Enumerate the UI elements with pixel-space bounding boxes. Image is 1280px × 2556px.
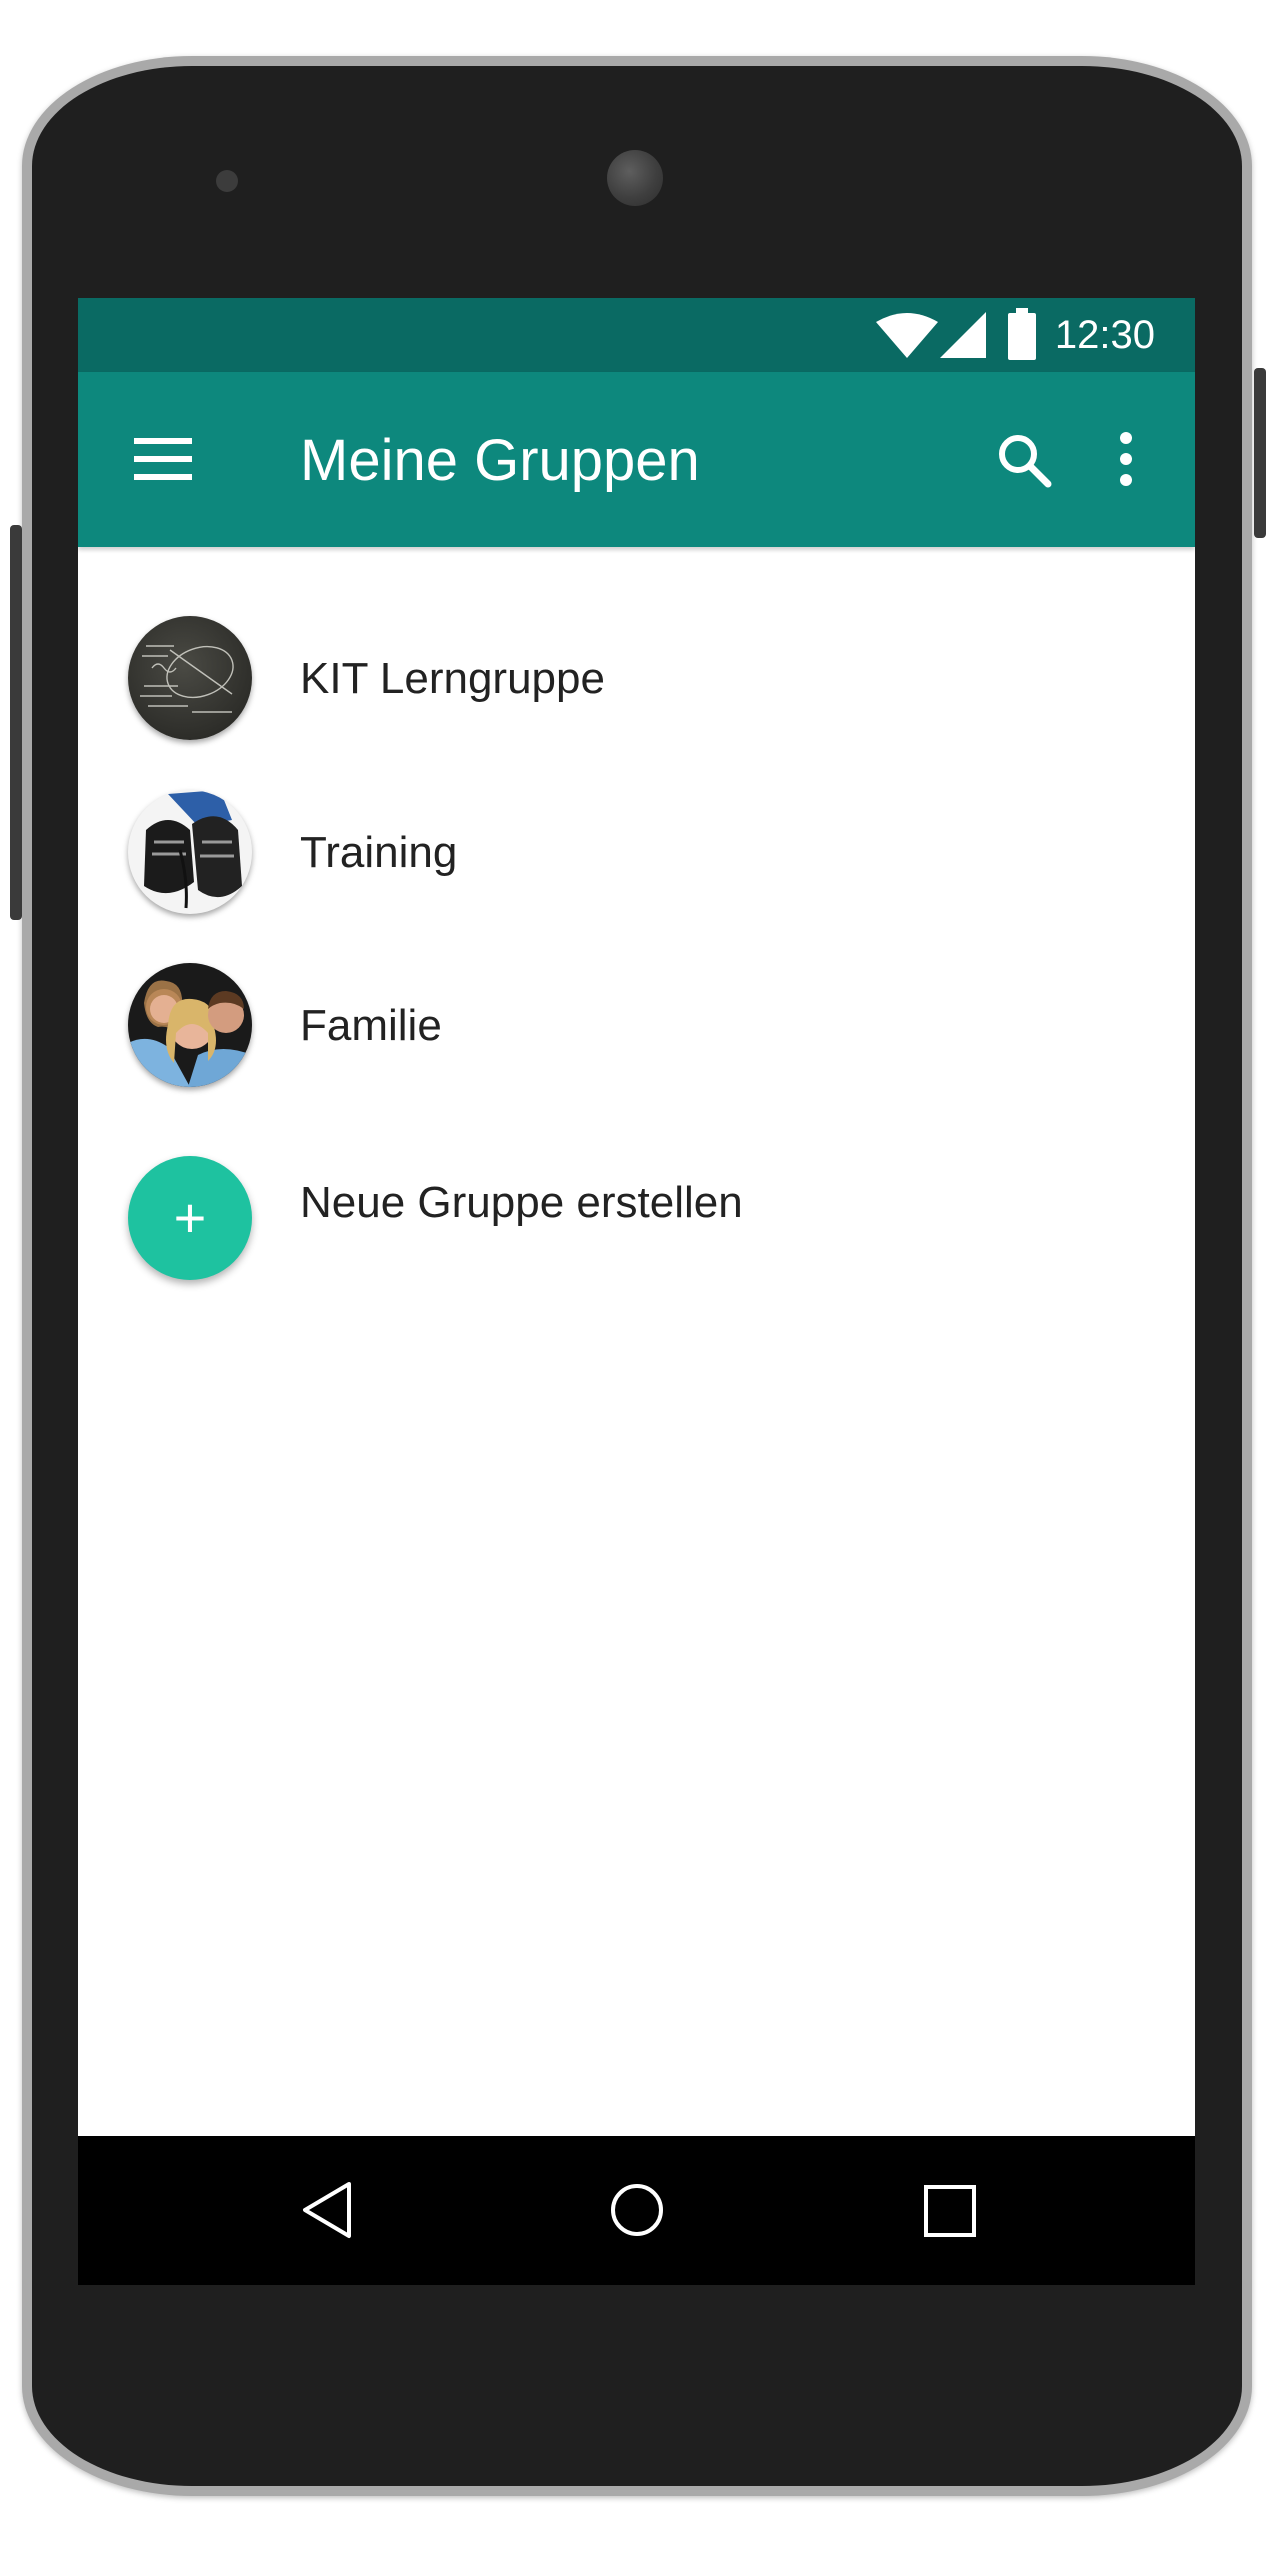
list-item[interactable]: KIT Lerngruppe xyxy=(78,598,1195,758)
recents-icon[interactable] xyxy=(924,2185,976,2237)
home-icon[interactable] xyxy=(609,2182,665,2238)
volume-button xyxy=(10,525,22,920)
create-group-item[interactable]: + Neue Gruppe erstellen xyxy=(78,1138,1195,1298)
cellular-signal-icon xyxy=(940,312,986,358)
status-time: 12:30 xyxy=(1054,313,1155,357)
navigation-bar xyxy=(78,2136,1195,2285)
group-name: KIT Lerngruppe xyxy=(300,654,605,703)
battery-icon xyxy=(1008,308,1036,360)
screen: 12:30 Meine Gruppen KIT Lerngruppe Train… xyxy=(78,298,1195,2285)
search-icon[interactable] xyxy=(996,432,1052,488)
group-avatar xyxy=(128,790,252,914)
power-button xyxy=(1254,368,1266,538)
page-title: Meine Gruppen xyxy=(300,428,700,493)
menu-icon[interactable] xyxy=(134,438,192,480)
proximity-sensor xyxy=(216,170,238,192)
group-name: Familie xyxy=(300,1001,442,1050)
group-avatar xyxy=(128,616,252,740)
list-item[interactable]: Familie xyxy=(78,945,1195,1105)
more-vert-icon[interactable] xyxy=(1116,430,1136,488)
create-group-label: Neue Gruppe erstellen xyxy=(300,1178,743,1227)
group-avatar xyxy=(128,963,252,1087)
wifi-icon xyxy=(876,312,938,358)
list-item[interactable]: Training xyxy=(78,772,1195,932)
app-bar: Meine Gruppen xyxy=(78,372,1195,547)
front-camera xyxy=(607,150,663,206)
status-bar: 12:30 xyxy=(78,298,1195,372)
back-icon[interactable] xyxy=(301,2180,353,2240)
add-group-button[interactable]: + xyxy=(128,1156,252,1280)
group-name: Training xyxy=(300,828,458,877)
